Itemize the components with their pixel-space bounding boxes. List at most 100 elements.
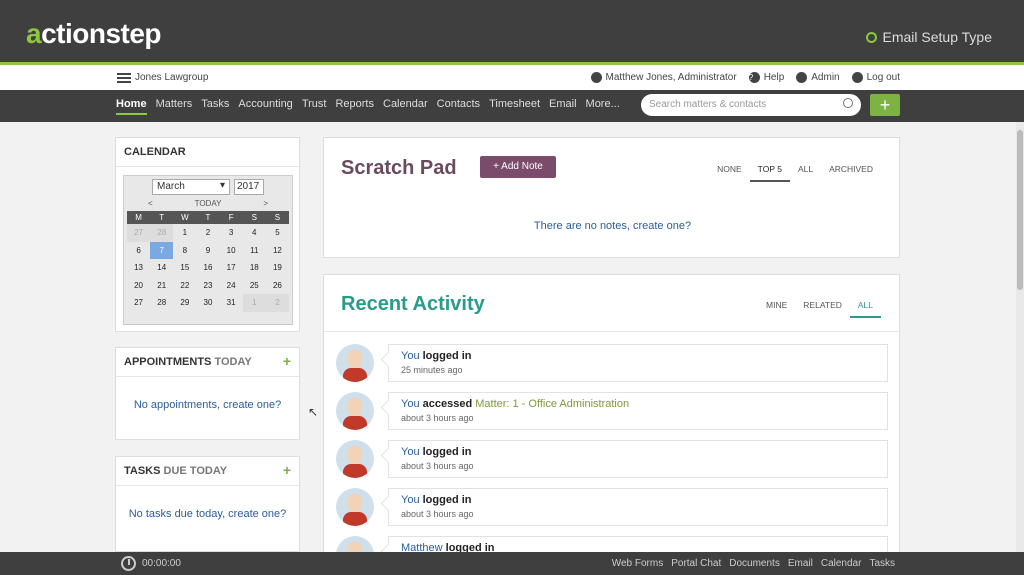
calendar-day[interactable]: 3	[220, 224, 243, 242]
scrollbar-thumb[interactable]	[1017, 130, 1023, 290]
month-select[interactable]: March	[152, 179, 230, 195]
nav-matters[interactable]: Matters	[156, 98, 193, 115]
next-month-button[interactable]: >	[263, 199, 268, 208]
activity-time: about 3 hours ago	[401, 509, 474, 519]
calendar-day[interactable]: 29	[173, 294, 196, 312]
notes-empty-link[interactable]: There are no notes, create one?	[324, 220, 901, 232]
tasks-panel: Tasks Due Today + No tasks due today, cre…	[115, 456, 300, 552]
page-scrollbar[interactable]	[1016, 122, 1024, 552]
calendar-day[interactable]: 18	[243, 259, 266, 277]
add-button[interactable]: +	[870, 94, 900, 116]
weekday-header: S	[242, 211, 266, 224]
firm-menu[interactable]: Jones Lawgroup	[117, 72, 208, 83]
calendar-day[interactable]: 28	[150, 224, 174, 242]
calendar-day[interactable]: 21	[150, 277, 173, 295]
nav-trust[interactable]: Trust	[302, 98, 327, 115]
nav-tasks[interactable]: Tasks	[201, 98, 229, 115]
calendar-day[interactable]: 24	[220, 277, 243, 295]
tab-top5[interactable]: TOP 5	[749, 158, 790, 182]
calendar-day[interactable]: 14	[150, 259, 173, 277]
add-task-button[interactable]: +	[283, 463, 291, 477]
activity-time: 25 minutes ago	[401, 365, 463, 375]
weekday-header: S	[265, 211, 289, 224]
search-input[interactable]: Search matters & contacts	[641, 94, 861, 116]
nav-calendar[interactable]: Calendar	[383, 98, 428, 115]
nav-contacts[interactable]: Contacts	[437, 98, 480, 115]
calendar-day[interactable]: 10	[220, 242, 243, 260]
today-button[interactable]: TODAY	[195, 199, 222, 208]
activity-actor[interactable]: You	[401, 446, 420, 458]
add-note-button[interactable]: + Add Note	[480, 156, 556, 178]
calendar-day[interactable]: 28	[150, 294, 173, 312]
calendar-day[interactable]: 12	[266, 242, 289, 260]
timer-widget[interactable]: 00:00:00	[121, 556, 181, 571]
activity-actor[interactable]: You	[401, 398, 420, 410]
prev-month-button[interactable]: <	[148, 199, 153, 208]
calendar-day[interactable]: 23	[196, 277, 219, 295]
tab-none[interactable]: NONE	[709, 158, 750, 182]
calendar-day[interactable]: 6	[127, 242, 150, 260]
calendar-day[interactable]: 16	[196, 259, 219, 277]
footer-email[interactable]: Email	[788, 558, 813, 569]
activity-bubble: You logged in about 3 hours ago	[388, 488, 888, 526]
calendar-day[interactable]: 30	[196, 294, 219, 312]
calendar-day[interactable]: 25	[243, 277, 266, 295]
calendar-day[interactable]: 5	[266, 224, 289, 242]
footer-portal-chat[interactable]: Portal Chat	[671, 558, 721, 569]
nav-reports[interactable]: Reports	[335, 98, 374, 115]
activity-actor[interactable]: You	[401, 494, 420, 506]
calendar-day[interactable]: 27	[127, 294, 150, 312]
actionstep-logo[interactable]: actionstep	[26, 18, 162, 50]
tab-mine[interactable]: MINE	[758, 294, 795, 318]
appointments-empty-link[interactable]: No appointments, create one?	[116, 399, 299, 411]
tab-related[interactable]: RELATED	[795, 294, 850, 318]
calendar-day[interactable]: 22	[173, 277, 196, 295]
activity-actor[interactable]: Matthew	[401, 542, 443, 552]
user-menu[interactable]: Matthew Jones, Administrator	[590, 72, 737, 83]
question-icon: ?	[748, 72, 760, 83]
nav-more[interactable]: More...	[586, 98, 620, 115]
calendar-day[interactable]: 4	[243, 224, 266, 242]
add-appointment-button[interactable]: +	[283, 354, 291, 368]
calendar-day[interactable]: 19	[266, 259, 289, 277]
calendar-day[interactable]: 2	[196, 224, 219, 242]
calendar-day[interactable]: 27	[127, 224, 151, 242]
calendar-day[interactable]: 17	[220, 259, 243, 277]
calendar-day[interactable]: 9	[196, 242, 219, 260]
tasks-title: Tasks Due Today +	[116, 457, 299, 486]
calendar-day[interactable]: 2	[265, 294, 289, 312]
calendar-day[interactable]: 1	[242, 294, 266, 312]
help-link[interactable]: ? Help	[748, 72, 784, 83]
search-icon[interactable]	[843, 98, 853, 108]
nav-accounting[interactable]: Accounting	[238, 98, 292, 115]
activity-object-link[interactable]: Matter: 1 - Office Administration	[475, 398, 629, 410]
activity-tabs: MINE RELATED ALL	[758, 294, 881, 318]
calendar-day[interactable]: 8	[173, 242, 196, 260]
tab-all[interactable]: ALL	[849, 294, 881, 318]
nav-home[interactable]: Home	[116, 98, 147, 115]
tab-all[interactable]: ALL	[790, 158, 821, 182]
email-setup-link[interactable]: Email Setup Type	[865, 29, 992, 45]
calendar-day[interactable]: 31	[220, 294, 243, 312]
footer-documents[interactable]: Documents	[729, 558, 780, 569]
nav-email[interactable]: Email	[549, 98, 577, 115]
admin-link[interactable]: Admin	[796, 72, 840, 83]
main-nav: Home Matters Tasks Accounting Trust Repo…	[0, 90, 1024, 122]
calendar-day[interactable]: 11	[243, 242, 266, 260]
weekday-header: W	[173, 211, 197, 224]
tasks-empty-link[interactable]: No tasks due today, create one?	[116, 508, 299, 520]
footer-calendar[interactable]: Calendar	[821, 558, 862, 569]
calendar-day[interactable]: 15	[173, 259, 196, 277]
calendar-day-selected[interactable]: 7	[150, 241, 174, 259]
year-input[interactable]: 2017	[234, 179, 264, 195]
calendar-day[interactable]: 13	[127, 259, 150, 277]
calendar-day[interactable]: 20	[127, 277, 150, 295]
footer-tasks[interactable]: Tasks	[869, 558, 895, 569]
activity-actor[interactable]: You	[401, 350, 420, 362]
calendar-day[interactable]: 26	[266, 277, 289, 295]
logout-link[interactable]: Log out	[851, 72, 900, 83]
calendar-day[interactable]: 1	[173, 224, 196, 242]
nav-timesheet[interactable]: Timesheet	[489, 98, 540, 115]
tab-archived[interactable]: ARCHIVED	[821, 158, 881, 182]
footer-web-forms[interactable]: Web Forms	[612, 558, 664, 569]
